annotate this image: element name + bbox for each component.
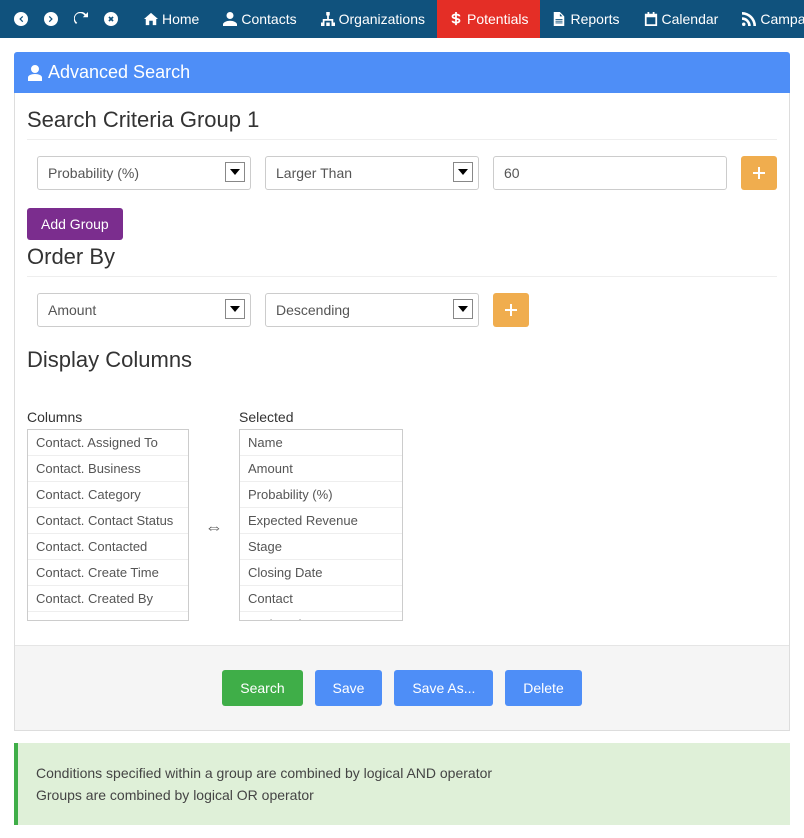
panel-title: Advanced Search xyxy=(48,62,190,83)
nav-history-controls xyxy=(0,0,132,38)
nav-contacts[interactable]: Contacts xyxy=(211,0,308,38)
nav-organizations-label: Organizations xyxy=(339,11,425,27)
criteria-group-title: Search Criteria Group 1 xyxy=(27,107,777,140)
save-button[interactable]: Save xyxy=(315,670,383,706)
panel-body: Search Criteria Group 1 Probability (%) … xyxy=(14,93,790,731)
file-icon xyxy=(552,12,566,26)
selected-columns-label: Selected xyxy=(239,409,403,425)
search-button[interactable]: Search xyxy=(222,670,302,706)
list-item[interactable]: Probability (%) xyxy=(240,482,402,508)
list-item[interactable]: Contact. Created By xyxy=(28,586,188,612)
orderby-field-wrap: Amount xyxy=(37,293,251,327)
available-columns-listbox-wrap: Contact. Assigned To Contact. Business C… xyxy=(27,429,189,621)
list-item[interactable]: Contact. Assigned To xyxy=(28,430,188,456)
delete-button[interactable]: Delete xyxy=(505,670,581,706)
nav-campaigns-label: Campa xyxy=(760,11,804,27)
main-content: Advanced Search Search Criteria Group 1 … xyxy=(0,38,804,825)
list-item[interactable]: Stage xyxy=(240,534,402,560)
home-icon xyxy=(144,12,158,26)
footer-actions: Search Save Save As... Delete xyxy=(15,645,789,730)
criteria-field-wrap: Probability (%) xyxy=(37,156,251,190)
nav-potentials[interactable]: Potentials xyxy=(437,0,540,38)
nav-home[interactable]: Home xyxy=(132,0,211,38)
list-item[interactable]: Amount xyxy=(240,456,402,482)
nav-calendar[interactable]: Calendar xyxy=(632,0,731,38)
user-icon xyxy=(223,12,237,26)
nav-campaigns[interactable]: Campa xyxy=(730,0,804,38)
columns-area: Columns Contact. Assigned To Contact. Bu… xyxy=(15,409,789,645)
panel-header: Advanced Search xyxy=(14,52,790,93)
list-item[interactable]: Expected Revenue xyxy=(240,508,402,534)
list-item[interactable]: Assigned To xyxy=(240,612,402,620)
orderby-title: Order By xyxy=(27,244,777,277)
nav-potentials-label: Potentials xyxy=(467,11,528,27)
dollar-icon xyxy=(449,12,463,26)
nav-calendar-label: Calendar xyxy=(662,11,719,27)
nav-organizations[interactable]: Organizations xyxy=(309,0,437,38)
search-criteria-section: Search Criteria Group 1 Probability (%) … xyxy=(15,93,789,341)
criteria-value-input[interactable] xyxy=(493,156,727,190)
selected-columns-listbox[interactable]: Name Amount Probability (%) Expected Rev… xyxy=(240,430,402,620)
user-icon xyxy=(28,65,42,81)
add-criteria-button[interactable] xyxy=(741,156,777,190)
save-as-button[interactable]: Save As... xyxy=(394,670,493,706)
info-line-2: Groups are combined by logical OR operat… xyxy=(36,787,772,803)
orderby-field-select[interactable]: Amount xyxy=(37,293,251,327)
plus-icon xyxy=(753,167,765,179)
info-line-1: Conditions specified within a group are … xyxy=(36,765,772,781)
available-columns-block: Columns Contact. Assigned To Contact. Bu… xyxy=(27,409,189,621)
info-box: Conditions specified within a group are … xyxy=(14,743,790,825)
rss-icon xyxy=(742,12,756,26)
list-item[interactable]: Contact. Create Time xyxy=(28,560,188,586)
add-group-row: Add Group xyxy=(27,208,777,240)
list-item[interactable]: Contact. Business xyxy=(28,456,188,482)
nav-reports-label: Reports xyxy=(570,11,619,27)
nav-contacts-label: Contacts xyxy=(241,11,296,27)
selected-columns-listbox-wrap: Name Amount Probability (%) Expected Rev… xyxy=(239,429,403,621)
refresh-icon xyxy=(74,12,88,26)
display-columns-title: Display Columns xyxy=(27,347,777,379)
orderby-direction-wrap: Descending xyxy=(265,293,479,327)
list-item[interactable]: Name xyxy=(240,430,402,456)
list-item[interactable]: Contact. Contacted xyxy=(28,534,188,560)
close-circle-icon xyxy=(104,12,118,26)
nav-reports[interactable]: Reports xyxy=(540,0,631,38)
swap-icon: ⇔ xyxy=(205,517,223,538)
sitemap-icon xyxy=(321,12,335,26)
top-navbar: Home Contacts Organizations Potentials R… xyxy=(0,0,804,38)
nav-forward-button[interactable] xyxy=(36,0,66,38)
nav-back-button[interactable] xyxy=(6,0,36,38)
nav-home-label: Home xyxy=(162,11,199,27)
calendar-icon xyxy=(644,12,658,26)
nav-menu: Home Contacts Organizations Potentials R… xyxy=(132,0,804,38)
add-orderby-button[interactable] xyxy=(493,293,529,327)
criteria-field-select[interactable]: Probability (%) xyxy=(37,156,251,190)
orderby-row: Amount Descending xyxy=(27,293,777,327)
available-columns-listbox[interactable]: Contact. Assigned To Contact. Business C… xyxy=(28,430,188,620)
nav-refresh-button[interactable] xyxy=(66,0,96,38)
criteria-row: Probability (%) Larger Than xyxy=(27,156,777,190)
criteria-operator-select[interactable]: Larger Than xyxy=(265,156,479,190)
list-item[interactable]: Closing Date xyxy=(240,560,402,586)
plus-icon xyxy=(505,304,517,316)
display-columns-section: Display Columns xyxy=(15,347,789,409)
selected-columns-block: Selected Name Amount Probability (%) Exp… xyxy=(239,409,403,621)
list-item[interactable]: Contact xyxy=(240,586,402,612)
list-item[interactable]: Contact. Category xyxy=(28,482,188,508)
criteria-operator-wrap: Larger Than xyxy=(265,156,479,190)
list-item[interactable]: Contact. Contact Status xyxy=(28,508,188,534)
list-item[interactable]: Contact. Current xyxy=(28,612,188,620)
arrow-left-circle-icon xyxy=(14,12,28,26)
add-group-button[interactable]: Add Group xyxy=(27,208,123,240)
available-columns-label: Columns xyxy=(27,409,189,425)
nav-close-button[interactable] xyxy=(96,0,126,38)
arrow-right-circle-icon xyxy=(44,12,58,26)
orderby-direction-select[interactable]: Descending xyxy=(265,293,479,327)
